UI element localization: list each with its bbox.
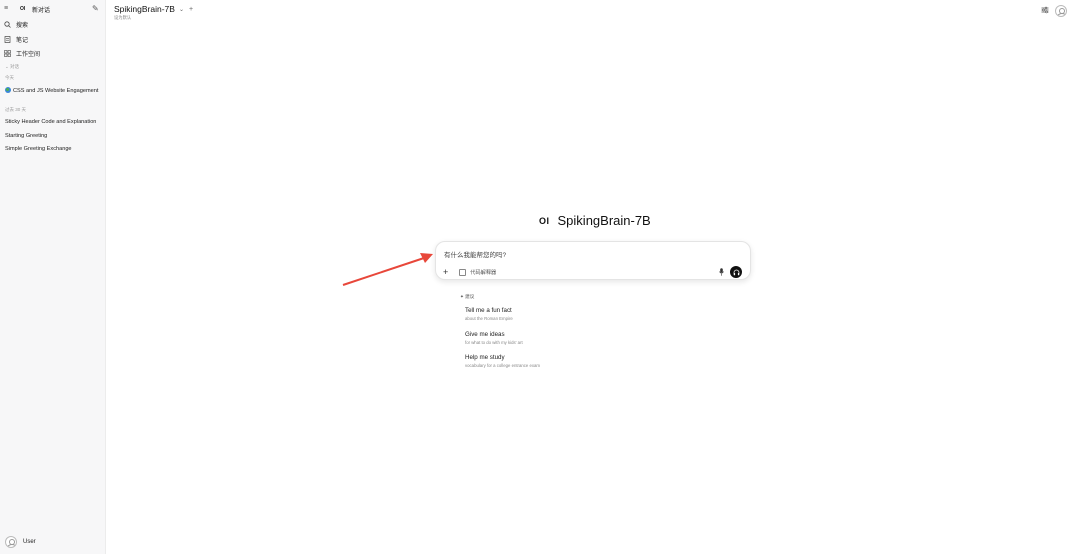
- annotation-arrow: [342, 253, 433, 286]
